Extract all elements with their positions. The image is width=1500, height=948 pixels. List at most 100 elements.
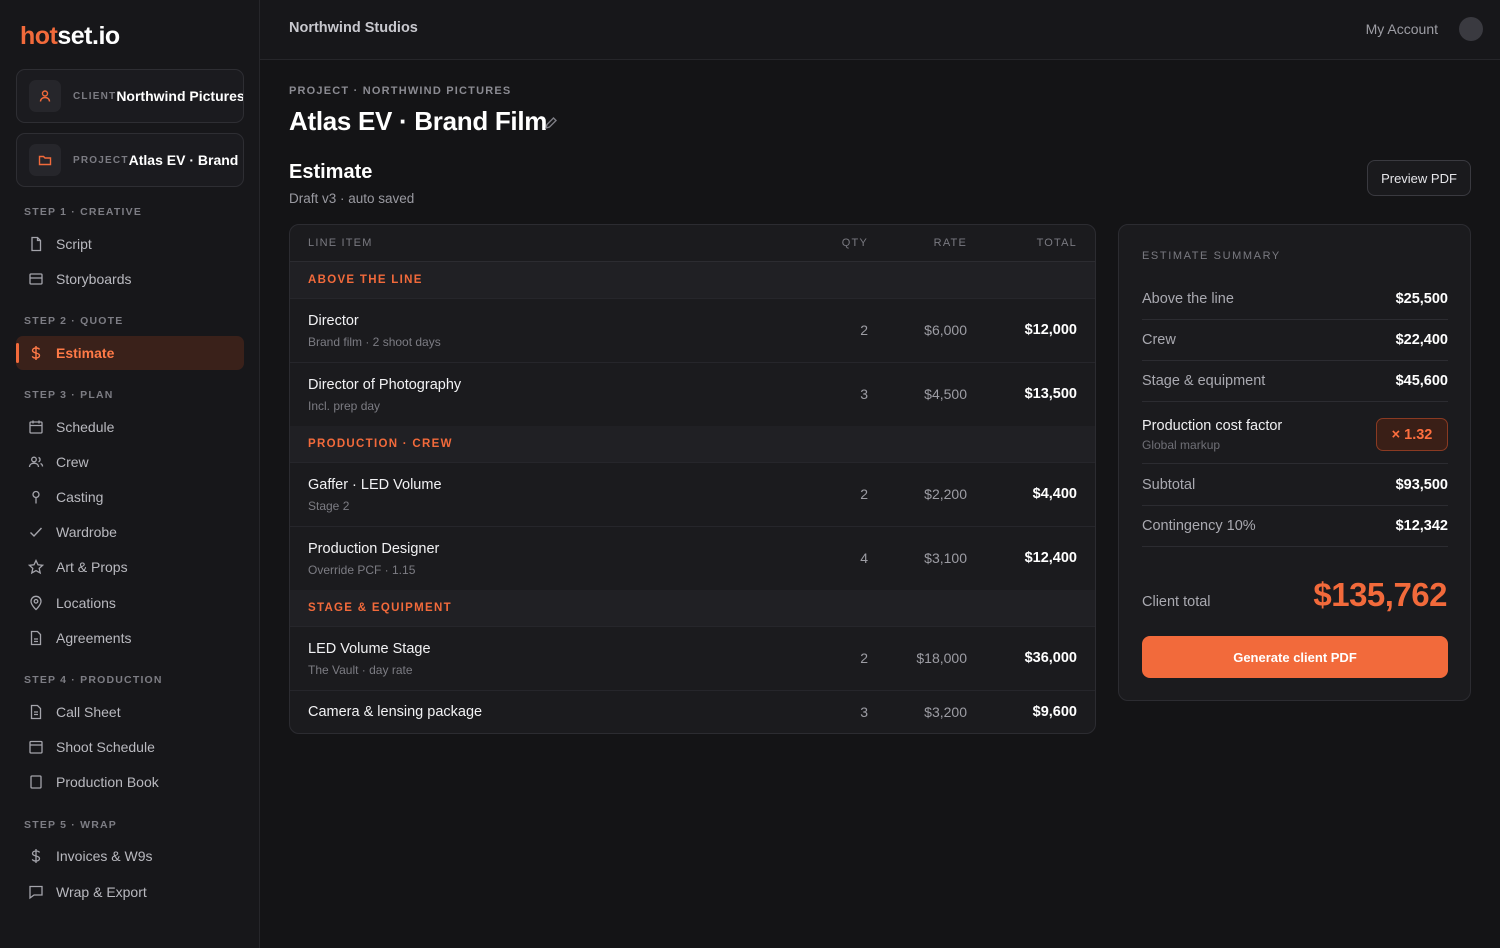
star-icon [26,557,46,577]
client-selector[interactable]: CLIENT Northwind Pictures [16,69,244,123]
generate-client-pdf-button[interactable]: Generate client PDF [1142,636,1448,678]
client-total-value: $135,762 [1313,576,1447,613]
summary-value: $22,400 [1395,332,1448,348]
sidebar-item-invoices[interactable]: Invoices & W9s [16,839,244,873]
summary-value: $12,342 [1395,518,1448,534]
avatar[interactable] [1459,17,1483,41]
sidebar-item-art-props[interactable]: Art & Props [16,550,244,584]
sidebar-item-label: Art & Props [56,559,128,575]
sidebar-item-locations[interactable]: Locations [16,586,244,620]
estimate-summary-panel: ESTIMATE SUMMARY Above the line $25,500 … [1118,224,1471,701]
table-header: LINE ITEM QTY RATE TOTAL [290,225,1095,262]
folder-icon [29,144,61,176]
sidebar-item-label: Invoices & W9s [56,848,153,864]
pcf-label: Production cost factor [1142,418,1283,434]
row-name: Director of Photography [308,377,462,393]
nav-heading-quote: STEP 2 · QUOTE [24,315,124,327]
pcf-sub: Global markup [1142,438,1221,452]
my-account-link[interactable]: My Account [1366,21,1438,37]
hotset-logo[interactable]: hotset.io [20,22,120,51]
nav-heading-production: STEP 4 · PRODUCTION [24,674,163,686]
pencil-icon[interactable] [544,116,558,135]
row-rate: $2,200 [924,486,967,502]
project-name: Atlas EV · Brand Film [128,152,243,168]
nav-heading-wrap: STEP 5 · WRAP [24,819,118,831]
row-total: $12,000 [1024,322,1077,338]
table-row[interactable]: Director of Photography Incl. prep day 3… [290,362,1095,426]
sidebar-item-agreements[interactable]: Agreements [16,621,244,655]
row-name: Gaffer · LED Volume [308,477,442,493]
table-row[interactable]: Director Brand film · 2 shoot days 2 $6,… [290,298,1095,362]
sidebar-item-label: Production Book [56,774,159,790]
table-row[interactable]: Gaffer · LED Volume Stage 2 2 $2,200 $4,… [290,462,1095,526]
sidebar-item-wrap-export[interactable]: Wrap & Export [16,875,244,909]
logo-hot-text: hot [20,22,58,50]
location-pin-icon [26,593,46,613]
summary-row-subtotal: Subtotal $93,500 [1142,465,1448,506]
row-sub: Stage 2 [308,499,350,513]
table-row[interactable]: Camera & lensing package 3 $3,200 $9,600 [290,690,1095,733]
sidebar-item-schedule[interactable]: Schedule [16,410,244,444]
preview-pdf-button[interactable]: Preview PDF [1367,160,1471,196]
row-name: Director [308,313,359,329]
row-name: Production Designer [308,541,440,557]
group-label: PRODUCTION · CREW [308,438,453,450]
section-title: Estimate [289,161,373,183]
summary-value: $45,600 [1395,373,1448,389]
row-rate: $3,100 [924,550,967,566]
client-label: CLIENT [73,90,117,102]
project-label: PROJECT [73,154,129,166]
summary-row-stage-equipment: Stage & equipment $45,600 [1142,361,1448,402]
sidebar-item-label: Shoot Schedule [56,739,155,755]
sidebar-item-wardrobe[interactable]: Wardrobe [16,515,244,549]
group-label: STAGE & EQUIPMENT [308,602,452,614]
page-title: Atlas EV · Brand Film [289,106,548,136]
sidebar-item-script[interactable]: Script [16,227,244,261]
row-sub: Incl. prep day [308,399,381,413]
dollar-icon [26,343,46,363]
dollar-icon [26,846,46,866]
row-qty: 3 [860,386,868,402]
document-icon [26,234,46,254]
sidebar-item-storyboards[interactable]: Storyboards [16,262,244,296]
table-row[interactable]: LED Volume Stage The Vault · day rate 2 … [290,626,1095,690]
chat-icon [26,882,46,902]
user-icon [29,80,61,112]
breadcrumb: PROJECT · NORTHWIND PICTURES [289,85,512,97]
sidebar-item-shoot-schedule[interactable]: Shoot Schedule [16,730,244,764]
table-row[interactable]: Production Designer Override PCF · 1.15 … [290,526,1095,590]
sidebar-item-call-sheet[interactable]: Call Sheet [16,695,244,729]
nav-heading-creative: STEP 1 · CREATIVE [24,206,143,218]
sidebar-item-label: Locations [56,595,116,611]
summary-value: $25,500 [1395,291,1448,307]
row-name: Camera & lensing package [308,704,483,720]
users-icon [26,452,46,472]
summary-label: Contingency 10% [1142,518,1256,534]
row-name: LED Volume Stage [308,641,431,657]
sidebar-item-label: Script [56,236,92,252]
sidebar-item-crew[interactable]: Crew [16,445,244,479]
row-total: $36,000 [1024,650,1077,666]
sidebar-item-label: Wardrobe [56,524,117,540]
summary-row-above-the-line: Above the line $25,500 [1142,279,1448,320]
row-qty: 2 [860,322,868,338]
row-rate: $3,200 [924,704,967,720]
sidebar-item-estimate[interactable]: Estimate [16,336,244,370]
sidebar-item-casting[interactable]: Casting [16,480,244,514]
summary-row-crew: Crew $22,400 [1142,320,1448,361]
group-header-stage-equipment: STAGE & EQUIPMENT [290,590,1095,626]
summary-label: Stage & equipment [1142,373,1266,389]
row-qty: 4 [860,550,868,566]
calendar-icon [26,737,46,757]
project-selector[interactable]: PROJECT Atlas EV · Brand Film [16,133,244,187]
pcf-multiplier-badge[interactable]: × 1.32 [1376,418,1448,451]
calendar-icon [26,417,46,437]
summary-heading: ESTIMATE SUMMARY [1142,250,1281,262]
row-sub: Override PCF · 1.15 [308,563,416,577]
sheet-icon [26,702,46,722]
sidebar-item-production-book[interactable]: Production Book [16,765,244,799]
sidebar-item-label: Crew [56,454,89,470]
client-name: Northwind Pictures [116,88,244,104]
row-total: $12,400 [1024,550,1077,566]
row-total: $4,400 [1032,486,1077,502]
